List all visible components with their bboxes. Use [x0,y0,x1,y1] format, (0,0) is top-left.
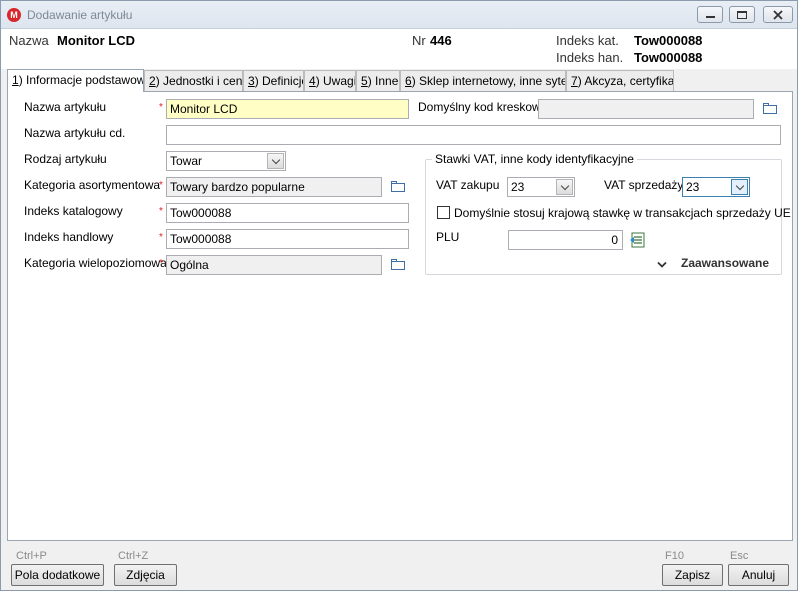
required-marker: * [159,102,163,113]
barcode-label: Domyślny kod kreskowy [418,100,547,114]
item-type-select[interactable]: Towar [166,151,286,171]
title-bar: M Dodawanie artykułu [1,1,797,29]
minimize-button[interactable] [697,6,723,23]
document-header: Nazwa Monitor LCD Nr 446 Indeks kat. Tow… [1,29,797,69]
vat-sale-label: VAT sprzedaży [604,178,684,192]
vat-purchase-select[interactable]: 23 [507,177,575,197]
chevron-down-icon[interactable] [731,179,748,195]
multilevel-category-input[interactable]: Ogólna [166,255,382,275]
dialog-window: M Dodawanie artykułu Nazwa Monitor LCD N… [0,0,798,591]
barcode-input[interactable] [538,99,754,119]
required-marker: * [159,180,163,191]
save-shortcut: F10 [665,550,684,562]
item-type-label: Rodzaj artykułu [24,152,107,166]
plu-input[interactable]: 0 [508,230,623,250]
header-trade-index-label: Indeks han. [556,50,624,65]
tab-definitions[interactable]: 3) Definicje [243,70,304,91]
photos-button[interactable]: Zdjęcia [114,564,177,586]
minimize-icon [698,7,722,22]
header-name-value: Monitor LCD [57,33,135,48]
folder-icon[interactable] [391,181,405,192]
item-name-label: Nazwa artykułu [24,100,107,114]
header-name-label: Nazwa [9,33,49,48]
calculator-icon[interactable] [630,232,646,248]
vat-purchase-label: VAT zakupu [436,178,500,192]
tab-units-prices[interactable]: 2) Jednostki i ceny [144,70,243,91]
close-button[interactable] [763,6,793,23]
eu-vat-checkbox[interactable] [437,206,450,219]
catalog-index-label: Indeks katalogowy [24,204,123,218]
chevron-down-icon[interactable] [267,153,284,169]
header-catalog-index-label: Indeks kat. [556,33,619,48]
tab-basic-info[interactable]: 1) Informacje podstawowe [7,69,144,92]
item-name-cont-input[interactable] [166,125,781,145]
item-type-value: Towar [170,154,203,168]
close-icon [764,7,792,22]
extra-fields-shortcut: Ctrl+P [16,550,47,562]
trade-index-input[interactable]: Tow000088 [166,229,409,249]
header-catalog-index-value: Tow000088 [634,33,703,48]
maximize-icon [730,7,754,22]
category-input[interactable]: Towary bardzo popularne [166,177,382,197]
plu-label: PLU [436,230,460,244]
eu-vat-checkbox-label[interactable]: Domyślnie stosuj krajową stawkę w transa… [454,206,791,220]
item-name-input[interactable]: Monitor LCD [166,99,409,119]
item-name-cont-label: Nazwa artykułu cd. [24,126,126,140]
multilevel-category-label: Kategoria wielopoziomowa [24,256,167,270]
save-button[interactable]: Zapisz [662,564,723,586]
tab-panel-basic-info: Nazwa artykułu * Monitor LCD Domyślny ko… [7,91,793,541]
category-label: Kategoria asortymentowa [24,178,161,192]
app-logo-icon: M [7,8,21,22]
folder-icon[interactable] [763,103,777,114]
photos-shortcut: Ctrl+Z [118,550,149,562]
vat-group-title: Stawki VAT, inne kody identyfikacyjne [432,152,637,166]
header-trade-index-value: Tow000088 [634,50,703,65]
maximize-button[interactable] [729,6,755,23]
window-title: Dodawanie artykułu [27,8,133,22]
cancel-button[interactable]: Anuluj [728,564,789,586]
cancel-shortcut: Esc [730,550,749,562]
trade-index-label: Indeks handlowy [24,230,114,244]
header-nr-value: 446 [430,33,452,48]
required-marker: * [159,258,163,269]
tab-excise-certificate[interactable]: 7) Akcyza, certyfikat [566,70,674,91]
required-marker: * [159,232,163,243]
advanced-toggle[interactable]: Zaawansowane [681,256,769,270]
extra-fields-button[interactable]: Pola dodatkowe [11,564,104,586]
vat-sale-value: 23 [686,180,700,194]
tab-notes[interactable]: 4) Uwagi [304,70,356,91]
chevron-down-icon[interactable] [556,179,573,195]
tab-other[interactable]: 5) Inne [356,70,400,91]
catalog-index-input[interactable]: Tow000088 [166,203,409,223]
required-marker: * [159,206,163,217]
header-nr-label: Nr [412,33,426,48]
vat-sale-select[interactable]: 23 [682,177,750,197]
vat-purchase-value: 23 [511,180,525,194]
tab-online-store[interactable]: 6) Sklep internetowy, inne sytemy [400,70,566,91]
chevron-down-icon[interactable] [657,258,667,268]
folder-icon[interactable] [391,259,405,270]
